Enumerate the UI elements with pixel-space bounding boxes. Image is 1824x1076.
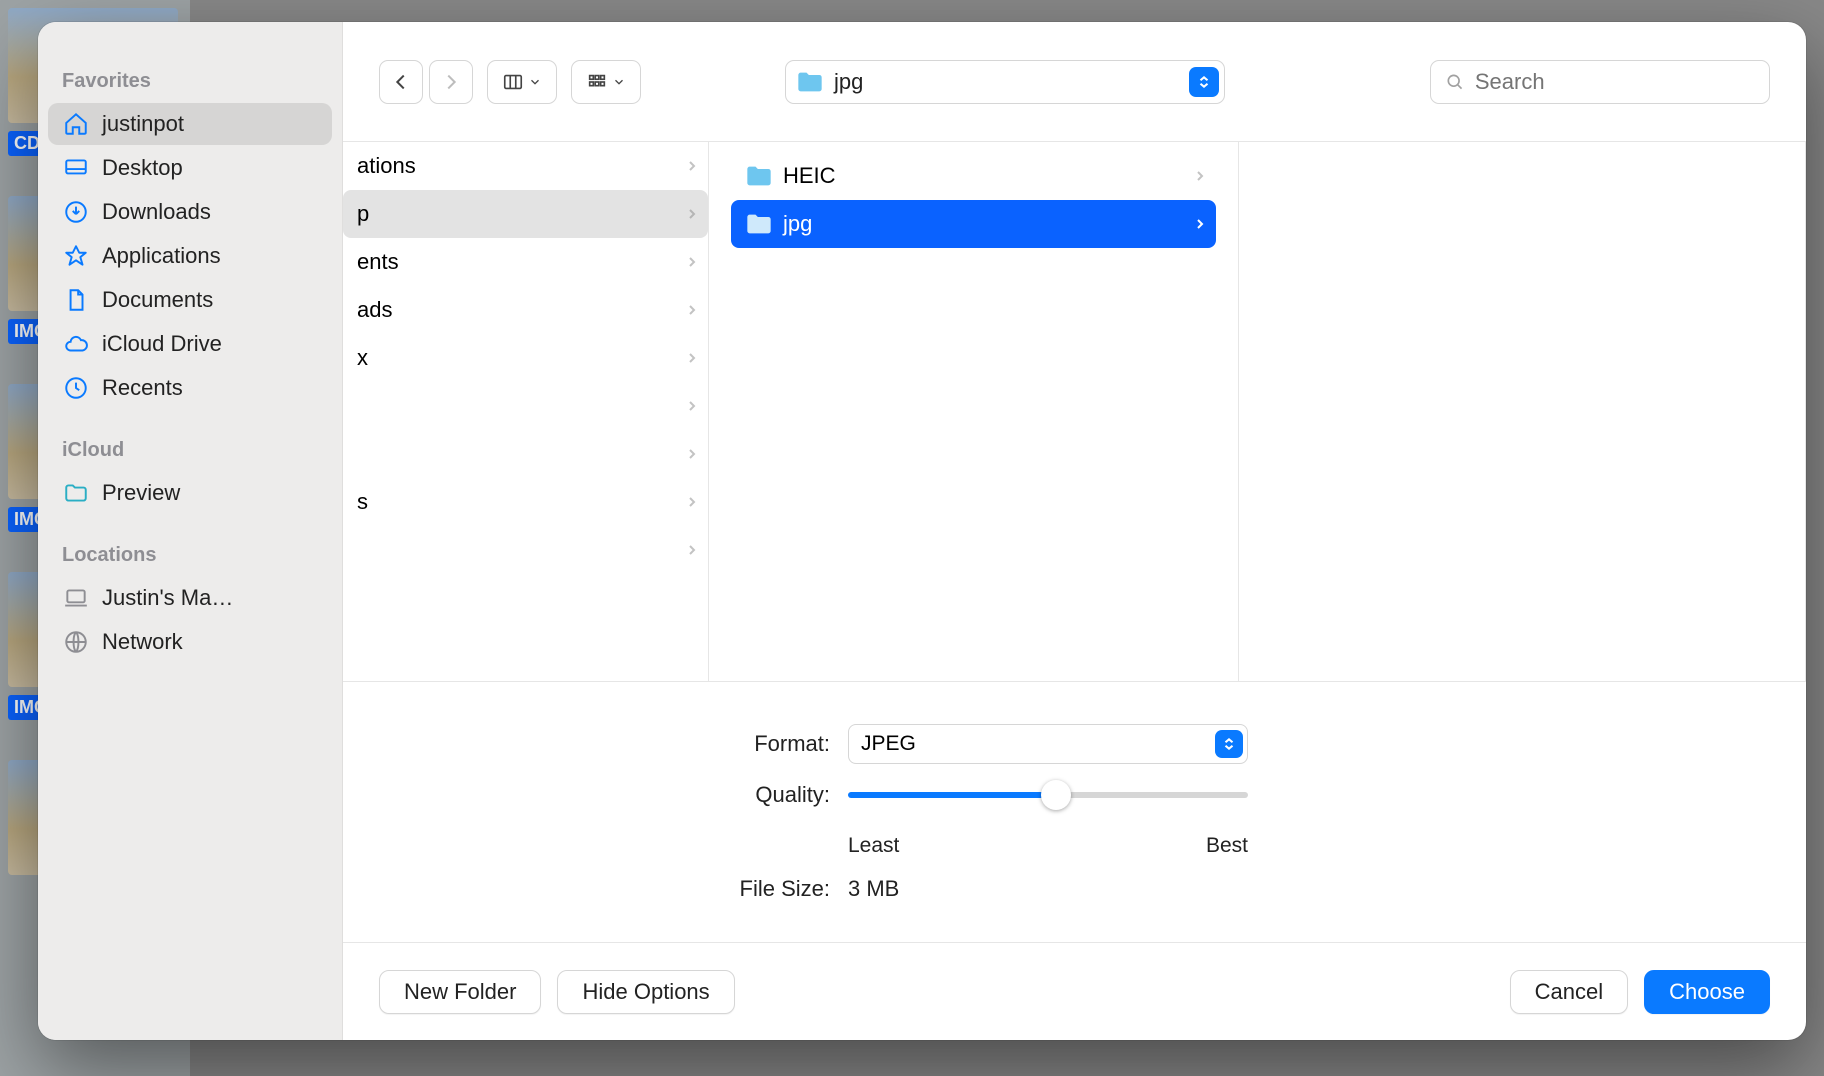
- sidebar-item-network[interactable]: Network: [48, 621, 332, 663]
- sidebar-item-label: Recents: [102, 375, 183, 401]
- sidebar-item-label: Preview: [102, 480, 180, 506]
- quality-label: Quality:: [393, 782, 848, 808]
- format-label: Format:: [393, 731, 848, 757]
- list-item[interactable]: p: [343, 190, 708, 238]
- sidebar-item-label: Downloads: [102, 199, 211, 225]
- view-columns-button[interactable]: [487, 60, 557, 104]
- list-item[interactable]: [343, 526, 708, 574]
- column-browser: ations p ents ads x s HEIC jpg: [343, 142, 1806, 681]
- folder-icon: [796, 70, 824, 94]
- column-1[interactable]: ations p ents ads x s: [343, 142, 709, 681]
- choose-button[interactable]: Choose: [1644, 970, 1770, 1014]
- format-select[interactable]: JPEG: [848, 724, 1248, 764]
- dialog-main: jpg ations p ents ads x s: [343, 22, 1806, 1040]
- hide-options-button[interactable]: Hide Options: [557, 970, 734, 1014]
- list-item[interactable]: [343, 430, 708, 478]
- forward-button[interactable]: [429, 60, 473, 104]
- column-2[interactable]: HEIC jpg: [709, 142, 1239, 681]
- list-item[interactable]: ents: [343, 238, 708, 286]
- group-by-button[interactable]: [571, 60, 641, 104]
- list-item-jpg[interactable]: jpg: [731, 200, 1216, 248]
- home-icon: [62, 110, 90, 138]
- document-icon: [62, 286, 90, 314]
- clock-icon: [62, 374, 90, 402]
- sidebar-item-label: Applications: [102, 243, 221, 269]
- sidebar-item-label: Documents: [102, 287, 213, 313]
- sidebar-item-icloud-drive[interactable]: iCloud Drive: [48, 323, 332, 365]
- list-item[interactable]: ads: [343, 286, 708, 334]
- quality-least-label: Least: [848, 834, 899, 858]
- section-header-locations: Locations: [48, 536, 332, 575]
- laptop-icon: [62, 584, 90, 612]
- format-options-panel: Format: JPEG Quality: Least: [343, 681, 1806, 942]
- dialog-footer: New Folder Hide Options Cancel Choose: [343, 942, 1806, 1040]
- sidebar-item-preview[interactable]: Preview: [48, 472, 332, 514]
- save-dialog: Favorites justinpot Desktop Downloads Ap…: [38, 22, 1806, 1040]
- quality-slider[interactable]: [848, 792, 1248, 798]
- search-input[interactable]: [1475, 69, 1755, 95]
- folder-icon: [745, 164, 773, 188]
- cancel-button[interactable]: Cancel: [1510, 970, 1628, 1014]
- sidebar-item-label: justinpot: [102, 111, 184, 137]
- download-icon: [62, 198, 90, 226]
- folder-icon: [745, 212, 773, 236]
- desktop-icon: [62, 154, 90, 182]
- format-value: JPEG: [861, 732, 916, 756]
- sidebar-item-desktop[interactable]: Desktop: [48, 147, 332, 189]
- new-folder-button[interactable]: New Folder: [379, 970, 541, 1014]
- column-3[interactable]: [1239, 142, 1806, 681]
- cloud-icon: [62, 330, 90, 358]
- sidebar-item-home[interactable]: justinpot: [48, 103, 332, 145]
- path-popup[interactable]: jpg: [785, 60, 1225, 104]
- list-item[interactable]: s: [343, 478, 708, 526]
- updown-caret-icon: [1215, 730, 1243, 758]
- sidebar-item-label: Justin's Ma…: [102, 585, 233, 611]
- sidebar-item-label: Desktop: [102, 155, 183, 181]
- search-field[interactable]: [1430, 60, 1770, 104]
- folder-icon: [62, 479, 90, 507]
- sidebar-item-label: iCloud Drive: [102, 331, 222, 357]
- sidebar: Favorites justinpot Desktop Downloads Ap…: [38, 22, 343, 1040]
- updown-caret-icon: [1189, 67, 1219, 97]
- section-header-favorites: Favorites: [48, 62, 332, 101]
- sidebar-item-downloads[interactable]: Downloads: [48, 191, 332, 233]
- list-item[interactable]: x: [343, 334, 708, 382]
- list-item[interactable]: ations: [343, 142, 708, 190]
- globe-icon: [62, 628, 90, 656]
- sidebar-item-mac[interactable]: Justin's Ma…: [48, 577, 332, 619]
- back-button[interactable]: [379, 60, 423, 104]
- applications-icon: [62, 242, 90, 270]
- slider-thumb[interactable]: [1041, 780, 1071, 810]
- sidebar-item-recents[interactable]: Recents: [48, 367, 332, 409]
- sidebar-item-label: Network: [102, 629, 183, 655]
- path-label: jpg: [834, 69, 863, 95]
- list-item[interactable]: [343, 382, 708, 430]
- sidebar-item-documents[interactable]: Documents: [48, 279, 332, 321]
- section-header-icloud: iCloud: [48, 431, 332, 470]
- filesize-label: File Size:: [393, 876, 848, 902]
- search-icon: [1445, 71, 1465, 93]
- list-item-heic[interactable]: HEIC: [731, 152, 1216, 200]
- filesize-value: 3 MB: [848, 876, 899, 902]
- toolbar: jpg: [343, 22, 1806, 142]
- sidebar-item-applications[interactable]: Applications: [48, 235, 332, 277]
- quality-best-label: Best: [1206, 834, 1248, 858]
